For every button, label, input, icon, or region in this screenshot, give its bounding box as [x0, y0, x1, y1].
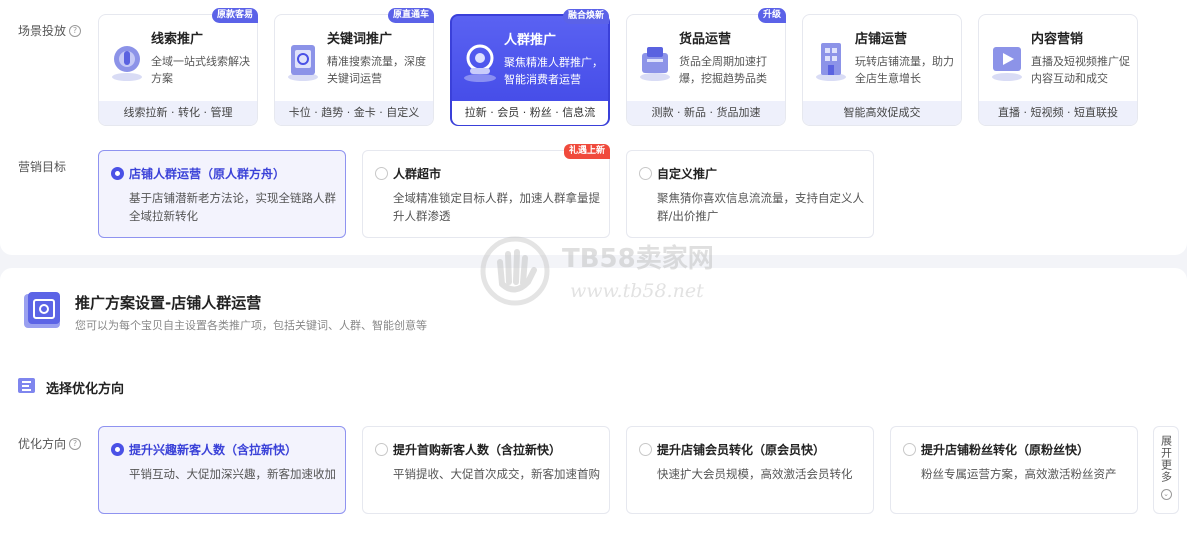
- scene-title: 人群推广: [504, 33, 557, 48]
- store-icon: [816, 43, 846, 81]
- option-title: 提升店铺粉丝转化（原粉丝快）: [921, 443, 1090, 457]
- option-desc: 平销提收、大促首次成交，新客加速首购: [393, 467, 600, 481]
- radio[interactable]: [375, 167, 388, 180]
- scene-title: 线索推广: [151, 32, 204, 47]
- option-desc: 聚焦猜你喜欢信息流流量，支持自定义人群/出价推广: [657, 191, 864, 223]
- option-title: 自定义推广: [657, 167, 718, 181]
- optimize-option-first-purchase[interactable]: 提升首购新客人数（含拉新快） 平销提收、大促首次成交，新客加速首购: [362, 426, 610, 514]
- scene-card-crowd[interactable]: 人群推广 聚焦精准人群推广，智能消费者运营 拉新 · 会员 · 粉丝 · 信息流…: [450, 9, 610, 126]
- option-title: 店铺人群运营（原人群方舟）: [129, 167, 286, 181]
- scene-badge: 原款客易: [211, 8, 258, 23]
- goal-option-store-crowd[interactable]: 店铺人群运营（原人群方舟） 基于店铺潜新老方法论，实现全链路人群全域拉新转化: [98, 150, 346, 238]
- option-title: 人群超市: [393, 167, 442, 181]
- scene-foot: 测款 · 新品 · 货品加速: [627, 101, 785, 125]
- goal-option-custom[interactable]: 自定义推广 聚焦猜你喜欢信息流流量，支持自定义人群/出价推广: [626, 150, 874, 238]
- help-icon[interactable]: ?: [69, 24, 82, 37]
- hand-logo-icon: [480, 236, 550, 306]
- crowd-icon: [464, 44, 496, 82]
- scene-foot: 拉新 · 会员 · 粉丝 · 信息流: [452, 101, 608, 125]
- option-desc: 基于店铺潜新老方法论，实现全链路人群全域拉新转化: [129, 191, 336, 223]
- scene-desc: 全域一站式线索解决方案: [151, 55, 250, 85]
- scene-foot: 线索拉新 · 转化 · 管理: [99, 101, 257, 125]
- option-title: 提升兴趣新客人数（含拉新快）: [129, 443, 298, 457]
- scene-card-goods[interactable]: 货品运营 货品全周期加速打爆，挖掘趋势品类 测款 · 新品 · 货品加速 升级: [626, 8, 786, 126]
- keyword-icon: [288, 45, 318, 81]
- optimize-option-interest[interactable]: 提升兴趣新客人数（含拉新快） 平销互动、大促加深兴趣，新客加速收加: [98, 426, 346, 514]
- scene-card-content[interactable]: 内容营销 直播及短视频推广促内容互动和成交 直播 · 短视频 · 短直联投: [978, 14, 1138, 126]
- option-desc: 快速扩大会员规模，高效激活会员转化: [657, 467, 853, 481]
- scene-desc: 货品全周期加速打爆，挖掘趋势品类: [679, 55, 767, 85]
- scene-title: 店铺运营: [855, 32, 908, 47]
- scene-title: 内容营销: [1031, 32, 1084, 47]
- scene-badge: 升级: [757, 8, 786, 23]
- scene-desc: 玩转店铺流量，助力全店生意增长: [855, 55, 954, 85]
- plan-icon: [24, 292, 60, 328]
- section-title: 选择优化方向: [46, 382, 125, 397]
- video-icon: [992, 47, 1022, 81]
- scene-foot: 智能高效促成交: [803, 101, 961, 125]
- scene-foot: 卡位 · 趋势 · 金卡 · 自定义: [275, 101, 433, 125]
- option-desc: 平销互动、大促加深兴趣，新客加速收加: [129, 467, 336, 481]
- option-title: 提升店铺会员转化（原会员快）: [657, 443, 826, 457]
- scene-badge: 原直通车: [387, 8, 434, 23]
- radio[interactable]: [639, 167, 652, 180]
- scene-card-lead[interactable]: 线索推广 全域一站式线索解决方案 线索拉新 · 转化 · 管理 原款客易: [98, 8, 258, 126]
- option-desc: 全域精准锁定目标人群，加速人群拿量提升人群渗透: [393, 191, 600, 223]
- scene-desc: 精准搜索流量，深度关键词运营: [327, 55, 426, 85]
- radio-selected[interactable]: [111, 167, 124, 180]
- radio[interactable]: [903, 443, 916, 456]
- scene-card-store[interactable]: 店铺运营 玩转店铺流量，助力全店生意增长 智能高效促成交: [802, 14, 962, 126]
- scene-card-keyword[interactable]: 关键词推广 精准搜索流量，深度关键词运营 卡位 · 趋势 · 金卡 · 自定义 …: [274, 8, 434, 126]
- scene-foot: 直播 · 短视频 · 短直联投: [979, 101, 1137, 125]
- goal-option-crowd-market[interactable]: 人群超市 全域精准锁定目标人群，加速人群拿量提升人群渗透 礼遇上新: [362, 144, 610, 238]
- scene-desc: 直播及短视频推广促内容互动和成交: [1031, 55, 1130, 85]
- chevron-down-icon: ⌄: [1160, 489, 1172, 500]
- watermark-url: www.tb58.net: [570, 280, 704, 302]
- scene-title: 货品运营: [679, 32, 732, 47]
- section-icon: [18, 378, 35, 393]
- goal-label: 营销目标: [18, 160, 67, 174]
- new-tag: 礼遇上新: [563, 144, 610, 159]
- radio-selected[interactable]: [111, 443, 124, 456]
- plan-subtitle: 您可以为每个宝贝自主设置各类推广项，包括关键词、人群、智能创意等: [75, 319, 427, 332]
- plan-title: 推广方案设置-店铺人群运营: [75, 294, 262, 312]
- radio[interactable]: [375, 443, 388, 456]
- option-desc: 粉丝专属运营方案，高效激活粉丝资产: [921, 467, 1117, 481]
- scene-badge: 融合焕新: [562, 9, 609, 24]
- expand-more-button[interactable]: 展开更多 ⌄: [1153, 426, 1179, 514]
- scene-desc: 聚焦精准人群推广，智能消费者运营: [504, 56, 603, 86]
- watermark-name: TB58卖家网: [562, 244, 714, 274]
- scene-title: 关键词推广: [327, 32, 393, 47]
- option-title: 提升首购新客人数（含拉新快）: [393, 443, 562, 457]
- expand-more-label: 展开更多: [1159, 435, 1173, 483]
- scene-label: 场景投放 ?: [18, 22, 82, 39]
- goods-icon: [640, 47, 670, 81]
- radio[interactable]: [639, 443, 652, 456]
- optimize-label: 优化方向 ?: [18, 435, 82, 452]
- watermark: TB58卖家网 www.tb58.net: [480, 236, 720, 316]
- help-icon[interactable]: ?: [69, 437, 82, 450]
- lead-icon: [112, 46, 142, 81]
- optimize-option-member[interactable]: 提升店铺会员转化（原会员快） 快速扩大会员规模，高效激活会员转化: [626, 426, 874, 514]
- optimize-option-fans[interactable]: 提升店铺粉丝转化（原粉丝快） 粉丝专属运营方案，高效激活粉丝资产: [890, 426, 1138, 514]
